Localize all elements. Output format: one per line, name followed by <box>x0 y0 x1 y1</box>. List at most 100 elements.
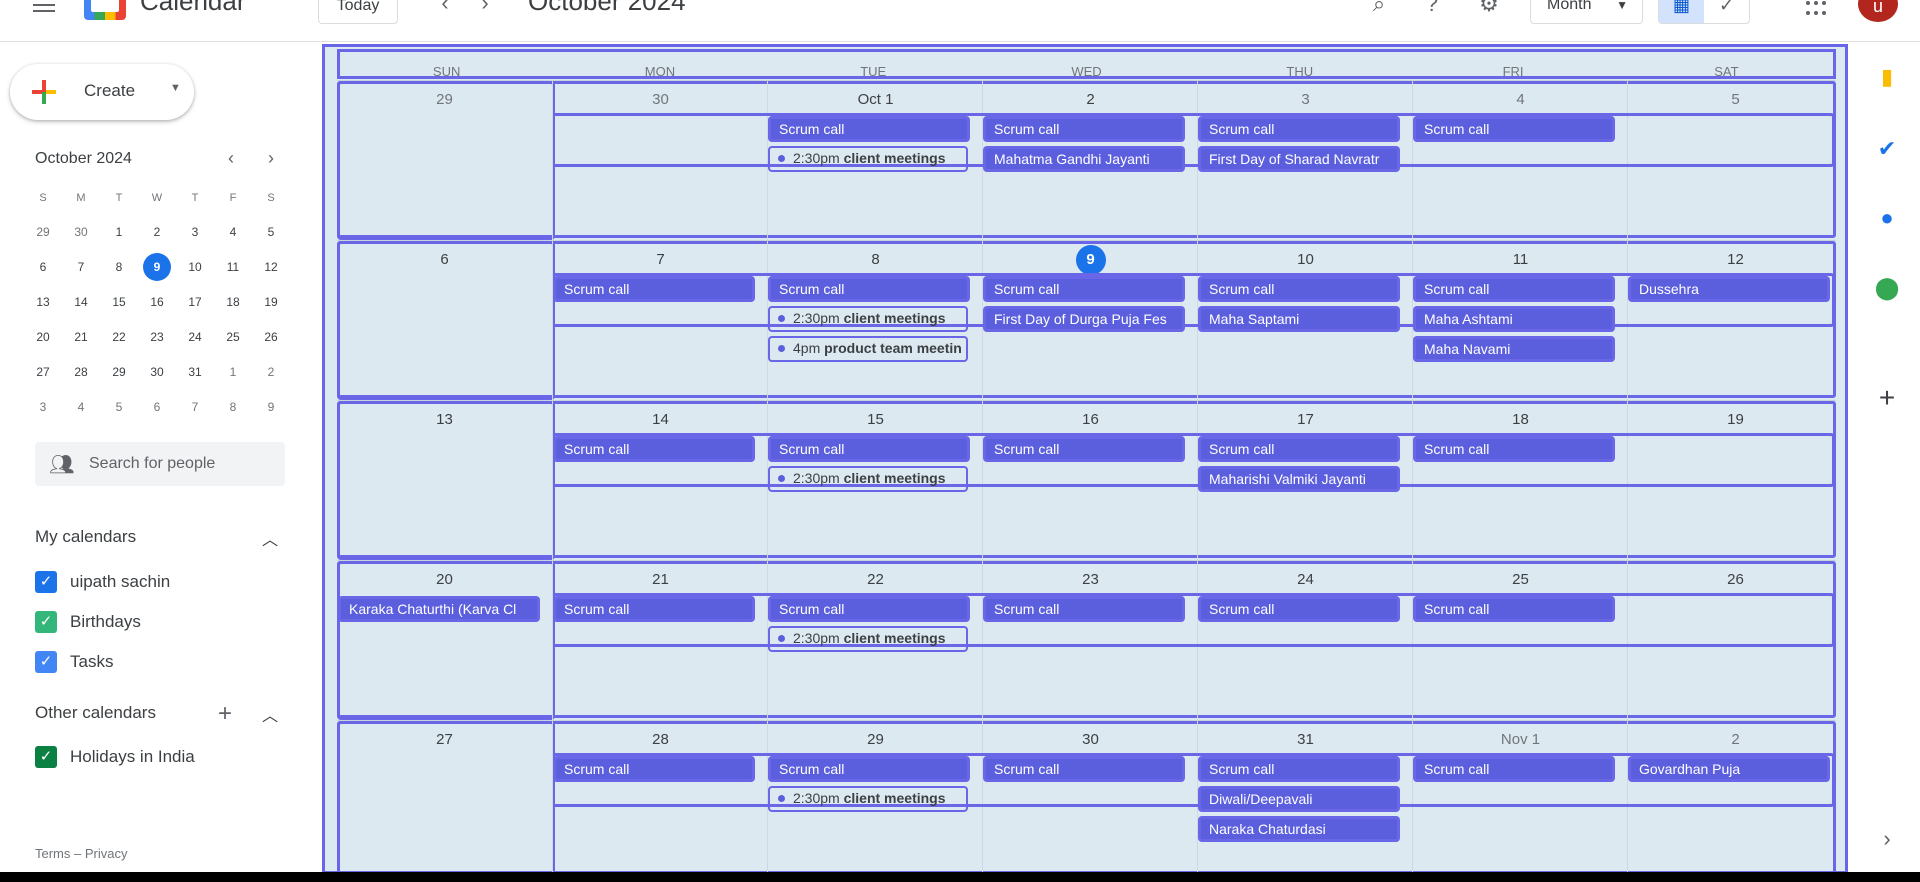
mini-day[interactable]: 25 <box>214 320 252 355</box>
day-number[interactable]: 5 <box>1628 91 1843 108</box>
event-chip[interactable]: Maha Saptami <box>1198 306 1400 332</box>
day-number[interactable]: 4 <box>1413 91 1628 108</box>
event-chip[interactable]: Maharishi Valmiki Jayanti <box>1198 466 1400 492</box>
mini-day[interactable]: 20 <box>24 320 62 355</box>
event-chip[interactable]: Scrum call <box>553 756 755 782</box>
mini-day[interactable]: 6 <box>138 390 176 425</box>
timed-event[interactable]: 2:30pm client meetings <box>768 306 968 332</box>
add-calendar-icon[interactable]: + <box>218 700 232 728</box>
mini-day[interactable]: 1 <box>214 355 252 390</box>
event-chip[interactable]: Scrum call <box>768 116 970 142</box>
mini-day[interactable]: 8 <box>214 390 252 425</box>
day-number[interactable]: 30 <box>553 91 768 108</box>
day-number[interactable]: 14 <box>553 411 768 428</box>
day-number[interactable]: 21 <box>553 571 768 588</box>
day-number[interactable]: 27 <box>337 731 552 748</box>
mini-day-today[interactable]: 9 <box>138 250 176 285</box>
next-month-icon[interactable]: › <box>470 0 500 18</box>
event-chip[interactable]: Scrum call <box>768 756 970 782</box>
day-number[interactable]: 2 <box>983 91 1198 108</box>
mini-day[interactable]: 30 <box>138 355 176 390</box>
timed-event[interactable]: 2:30pm client meetings <box>768 146 968 172</box>
event-chip[interactable]: Scrum call <box>553 596 755 622</box>
event-chip[interactable]: Scrum call <box>1198 756 1400 782</box>
calendar-view-icon[interactable]: ▦ <box>1659 0 1704 23</box>
event-chip[interactable]: Scrum call <box>1198 596 1400 622</box>
event-chip[interactable]: Scrum call <box>1198 436 1400 462</box>
event-chip[interactable]: Scrum call <box>768 596 970 622</box>
day-cell[interactable]: 6 <box>337 241 552 400</box>
timed-event[interactable]: 2:30pm client meetings <box>768 466 968 492</box>
event-chip[interactable]: Dussehra <box>1628 276 1830 302</box>
mini-day[interactable]: 24 <box>176 320 214 355</box>
day-number[interactable]: 2 <box>1628 731 1843 748</box>
checkbox-checked-icon[interactable]: ✓ <box>35 611 57 633</box>
day-cell[interactable]: 27 <box>337 721 552 880</box>
event-chip[interactable]: Diwali/Deepavali <box>1198 786 1400 812</box>
event-chip[interactable]: Scrum call <box>768 276 970 302</box>
mini-day[interactable]: 7 <box>176 390 214 425</box>
contacts-icon[interactable]: ● <box>1872 203 1902 233</box>
day-number[interactable]: Oct 1 <box>768 91 983 108</box>
checkbox-checked-icon[interactable]: ✓ <box>35 746 57 768</box>
chevron-up-icon[interactable]: ︿ <box>262 526 282 549</box>
day-number[interactable]: 3 <box>1198 91 1413 108</box>
event-chip[interactable]: Scrum call <box>983 756 1185 782</box>
day-number[interactable]: Nov 1 <box>1413 731 1628 748</box>
day-number[interactable]: 12 <box>1628 251 1843 268</box>
event-chip[interactable]: Maha Ashtami <box>1413 306 1615 332</box>
checkbox-checked-icon[interactable]: ✓ <box>35 571 57 593</box>
mini-previous-month-icon[interactable]: ‹ <box>228 148 234 169</box>
chevron-up-icon[interactable]: ︿ <box>262 702 282 725</box>
day-number[interactable]: 16 <box>983 411 1198 428</box>
day-number-today[interactable]: 9 <box>983 245 1198 275</box>
maps-icon[interactable]: ⬤ <box>1872 273 1902 303</box>
event-chip[interactable]: Scrum call <box>553 436 755 462</box>
day-number[interactable]: 6 <box>337 251 552 268</box>
mini-day[interactable]: 2 <box>138 215 176 250</box>
view-select[interactable]: Month ▼ <box>1530 0 1643 24</box>
mini-day[interactable]: 1 <box>100 215 138 250</box>
event-chip[interactable]: Scrum call <box>553 276 755 302</box>
create-button[interactable]: Create ▼ <box>10 64 194 120</box>
day-number[interactable]: 30 <box>983 731 1198 748</box>
mini-day[interactable]: 12 <box>252 250 290 285</box>
mini-day[interactable]: 17 <box>176 285 214 320</box>
day-number[interactable]: 23 <box>983 571 1198 588</box>
mini-day[interactable]: 23 <box>138 320 176 355</box>
day-number[interactable]: 11 <box>1413 251 1628 268</box>
mini-day[interactable]: 21 <box>62 320 100 355</box>
event-chip[interactable]: Scrum call <box>1413 436 1615 462</box>
mini-day[interactable]: 14 <box>62 285 100 320</box>
event-chip[interactable]: Scrum call <box>983 596 1185 622</box>
mini-day[interactable]: 15 <box>100 285 138 320</box>
event-chip[interactable]: Karaka Chaturthi (Karva Cl <box>338 596 540 622</box>
mini-day[interactable]: 5 <box>100 390 138 425</box>
mini-day[interactable]: 29 <box>100 355 138 390</box>
day-number[interactable]: 25 <box>1413 571 1628 588</box>
account-avatar[interactable]: u <box>1858 0 1898 22</box>
mini-day[interactable]: 19 <box>252 285 290 320</box>
event-chip[interactable]: First Day of Durga Puja Fes <box>983 306 1185 332</box>
day-number[interactable]: 19 <box>1628 411 1843 428</box>
mini-day[interactable]: 16 <box>138 285 176 320</box>
day-number[interactable]: 31 <box>1198 731 1413 748</box>
search-people-input[interactable] <box>89 442 279 486</box>
add-addon-icon[interactable]: + <box>1872 383 1902 413</box>
day-cell[interactable]: 20 <box>337 561 552 720</box>
day-number[interactable]: 29 <box>768 731 983 748</box>
day-cell[interactable]: 13 <box>337 401 552 560</box>
mini-day[interactable]: 22 <box>100 320 138 355</box>
mini-day[interactable]: 31 <box>176 355 214 390</box>
mini-day[interactable]: 2 <box>252 355 290 390</box>
tasks-icon[interactable]: ✔ <box>1872 134 1902 164</box>
event-chip[interactable]: Naraka Chaturdasi <box>1198 816 1400 842</box>
mini-day[interactable]: 4 <box>214 215 252 250</box>
event-chip[interactable]: Scrum call <box>983 116 1185 142</box>
event-chip[interactable]: Govardhan Puja <box>1628 756 1830 782</box>
day-number[interactable]: 7 <box>553 251 768 268</box>
day-number[interactable]: 24 <box>1198 571 1413 588</box>
timed-event[interactable]: 2:30pm client meetings <box>768 786 968 812</box>
day-number[interactable]: 28 <box>553 731 768 748</box>
mini-day[interactable]: 4 <box>62 390 100 425</box>
